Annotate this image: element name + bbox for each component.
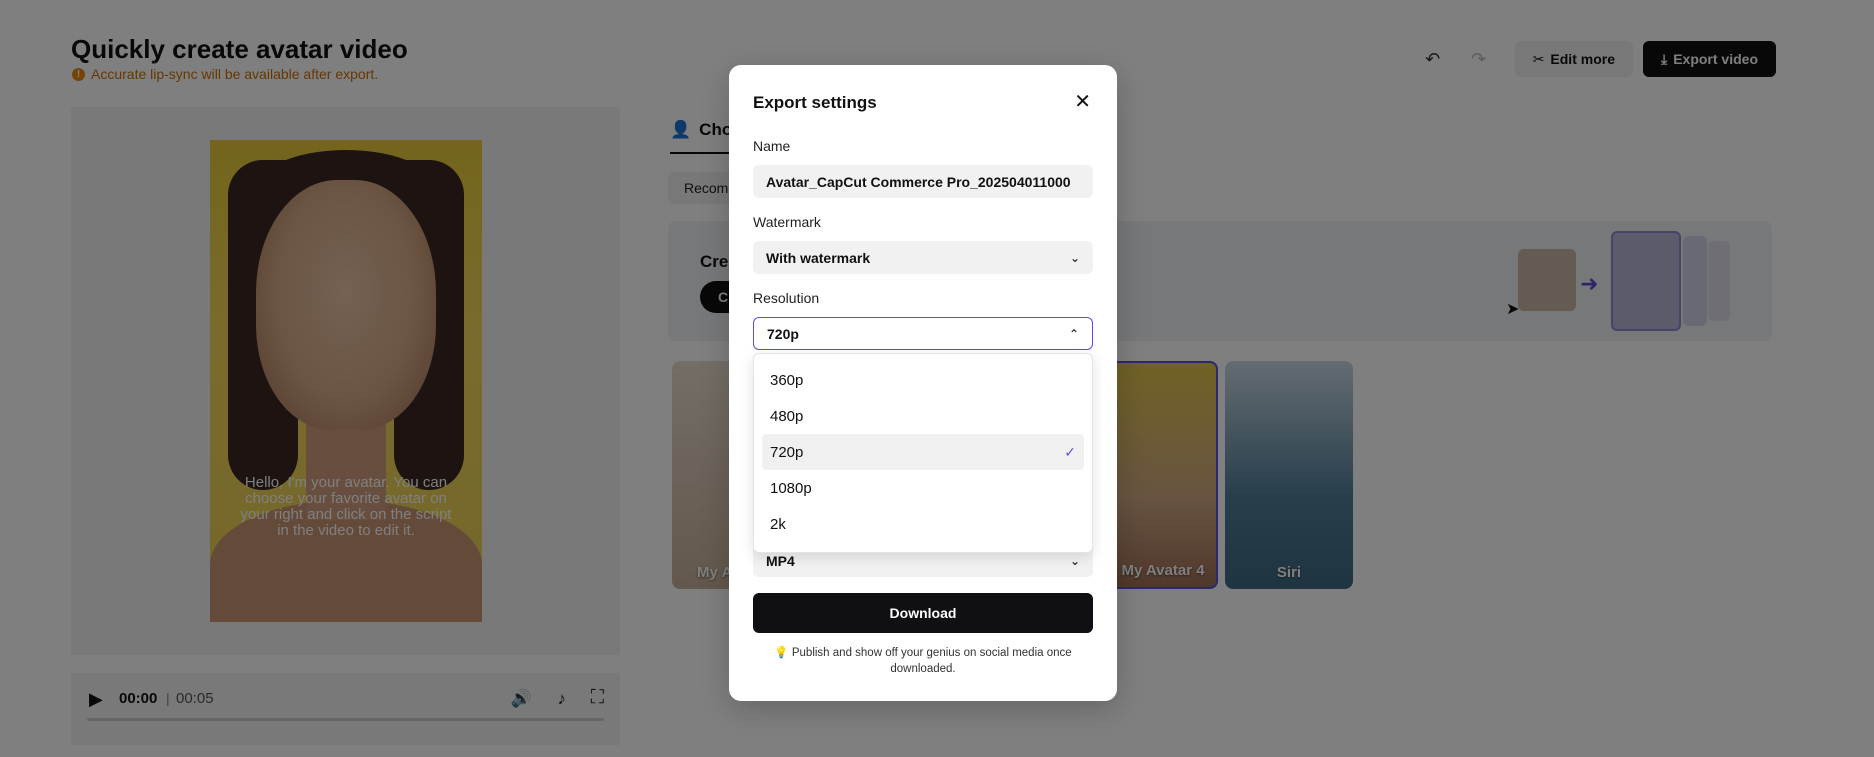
resolution-option-2k[interactable]: 2k	[762, 506, 1084, 542]
watermark-value: With watermark	[766, 249, 871, 266]
option-label: 2k	[770, 515, 786, 533]
resolution-option-720p[interactable]: 720p ✓	[762, 434, 1084, 470]
resolution-value: 720p	[767, 325, 799, 342]
download-button[interactable]: Download	[753, 593, 1093, 633]
option-label: 1080p	[770, 479, 812, 497]
chevron-up-icon: ⌃	[1068, 326, 1079, 341]
resolution-dropdown: 360p 480p 720p ✓ 1080p 2k	[753, 353, 1093, 553]
resolution-option-480p[interactable]: 480p	[762, 398, 1084, 434]
dialog-title: Export settings	[753, 93, 877, 112]
name-field[interactable]: Avatar_CapCut Commerce Pro_202504011000	[753, 165, 1093, 198]
name-label: Name	[753, 138, 791, 154]
close-icon[interactable]: ✕	[1074, 92, 1091, 112]
chevron-down-icon: ⌄	[1069, 250, 1080, 265]
share-tip: 💡 Publish and show off your genius on so…	[773, 645, 1073, 677]
lightbulb-icon: 💡	[774, 647, 789, 659]
check-icon: ✓	[1064, 443, 1076, 460]
watermark-select[interactable]: With watermark ⌄	[753, 241, 1093, 274]
resolution-option-1080p[interactable]: 1080p	[762, 470, 1084, 506]
chevron-down-icon: ⌄	[1069, 553, 1080, 568]
format-value: MP4	[766, 552, 795, 569]
resolution-label: Resolution	[753, 290, 820, 306]
option-label: 480p	[770, 407, 804, 425]
tip-text: Publish and show off your genius on soci…	[791, 647, 1072, 675]
resolution-select[interactable]: 720p ⌃	[753, 317, 1093, 350]
resolution-option-360p[interactable]: 360p	[762, 362, 1084, 398]
option-label: 360p	[770, 371, 804, 389]
name-value: Avatar_CapCut Commerce Pro_202504011000	[766, 173, 1071, 190]
export-settings-dialog: Export settings ✕ Name Avatar_CapCut Com…	[729, 65, 1117, 701]
option-label: 720p	[770, 443, 804, 461]
watermark-label: Watermark	[753, 214, 821, 230]
